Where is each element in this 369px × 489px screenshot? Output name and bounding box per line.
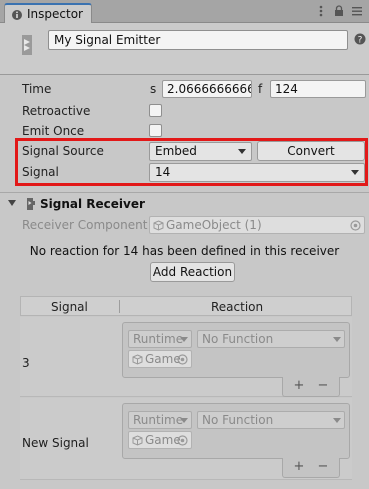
reactions-table-header: Signal Reaction bbox=[20, 296, 352, 316]
signal-source-label: Signal Source bbox=[22, 144, 104, 158]
chevron-down-icon bbox=[351, 170, 359, 175]
emit-once-label: Emit Once bbox=[22, 124, 85, 138]
signal-receiver-icon bbox=[27, 198, 35, 210]
signal-receiver-title: Signal Receiver bbox=[40, 197, 145, 211]
chevron-down-icon bbox=[180, 418, 188, 423]
target-object-field[interactable]: Game bbox=[128, 350, 192, 368]
receiver-component-field[interactable]: GameObject (1) bbox=[149, 216, 365, 234]
runtime-value: Runtime bbox=[133, 413, 184, 427]
runtime-dropdown[interactable]: Runtime bbox=[128, 411, 192, 429]
add-listener-button[interactable]: + bbox=[289, 459, 309, 474]
foldout-arrow-icon[interactable] bbox=[8, 200, 16, 206]
add-listener-button[interactable]: + bbox=[289, 378, 309, 393]
time-frames-field[interactable]: 124 bbox=[270, 80, 366, 98]
more-vert-icon[interactable] bbox=[315, 4, 327, 18]
no-reaction-message: No reaction for 14 has been defined in t… bbox=[29, 244, 340, 258]
function-dropdown[interactable]: No Function bbox=[197, 330, 345, 348]
time-seconds-field[interactable]: 2.06666666666 bbox=[162, 80, 252, 98]
row-signal-name: 3 bbox=[22, 356, 30, 370]
svg-text:?: ? bbox=[358, 36, 363, 46]
target-object-value: Game bbox=[145, 352, 181, 366]
chevron-down-icon bbox=[333, 337, 341, 342]
gameobject-icon bbox=[132, 354, 143, 365]
function-dropdown[interactable]: No Function bbox=[197, 411, 345, 429]
time-seconds-unit: s bbox=[150, 82, 157, 96]
target-object-value: Game bbox=[145, 433, 181, 447]
column-separator[interactable] bbox=[119, 300, 120, 313]
add-reaction-button[interactable]: Add Reaction bbox=[150, 262, 235, 282]
remove-listener-button[interactable]: − bbox=[313, 378, 333, 393]
convert-button[interactable]: Convert bbox=[257, 141, 365, 161]
lock-icon[interactable] bbox=[333, 4, 345, 18]
object-picker-icon[interactable] bbox=[177, 435, 188, 446]
tab-tools bbox=[315, 4, 363, 18]
gameobject-icon bbox=[153, 220, 164, 231]
time-label: Time bbox=[22, 82, 52, 96]
object-picker-icon[interactable] bbox=[350, 220, 361, 231]
menu-icon[interactable] bbox=[351, 4, 363, 18]
target-object-field[interactable]: Game bbox=[128, 431, 192, 449]
signal-value: 14 bbox=[155, 165, 171, 179]
tab-inspector[interactable]: Inspector bbox=[4, 3, 92, 23]
signal-emitter-icon bbox=[22, 35, 32, 55]
retroactive-label: Retroactive bbox=[22, 104, 91, 118]
signal-source-value: Embed bbox=[155, 144, 197, 158]
info-icon bbox=[12, 10, 22, 20]
time-frames-unit: f bbox=[258, 82, 263, 96]
chevron-down-icon bbox=[333, 418, 341, 423]
tab-inspector-label: Inspector bbox=[27, 7, 83, 21]
receiver-component-label: Receiver Component o bbox=[22, 218, 148, 232]
runtime-dropdown[interactable]: Runtime bbox=[128, 330, 192, 348]
column-header-signal: Signal bbox=[51, 300, 88, 314]
help-icon[interactable]: ? bbox=[354, 33, 366, 45]
chevron-down-icon bbox=[238, 149, 246, 154]
column-header-reaction: Reaction bbox=[211, 300, 264, 314]
gameobject-icon bbox=[132, 435, 143, 446]
signal-source-dropdown[interactable]: Embed bbox=[149, 142, 252, 161]
object-picker-icon[interactable] bbox=[177, 354, 188, 365]
remove-listener-button[interactable]: − bbox=[313, 459, 333, 474]
chevron-down-icon bbox=[180, 337, 188, 342]
function-value: No Function bbox=[202, 332, 274, 346]
runtime-value: Runtime bbox=[133, 332, 184, 346]
section-divider bbox=[0, 192, 369, 193]
signal-label: Signal bbox=[22, 165, 59, 179]
event-list-controls: + − bbox=[282, 458, 340, 478]
window-tabbar: Inspector bbox=[0, 0, 369, 23]
event-list-controls: + − bbox=[282, 377, 340, 397]
emit-once-checkbox[interactable] bbox=[149, 124, 162, 137]
row-signal-name: New Signal bbox=[22, 436, 89, 450]
object-name-field[interactable]: My Signal Emitter bbox=[48, 30, 348, 50]
signal-dropdown[interactable]: 14 bbox=[149, 163, 365, 182]
object-header: My Signal Emitter ? bbox=[0, 23, 369, 75]
receiver-component-value: GameObject (1) bbox=[166, 218, 262, 232]
retroactive-checkbox[interactable] bbox=[149, 104, 162, 117]
function-value: No Function bbox=[202, 413, 274, 427]
